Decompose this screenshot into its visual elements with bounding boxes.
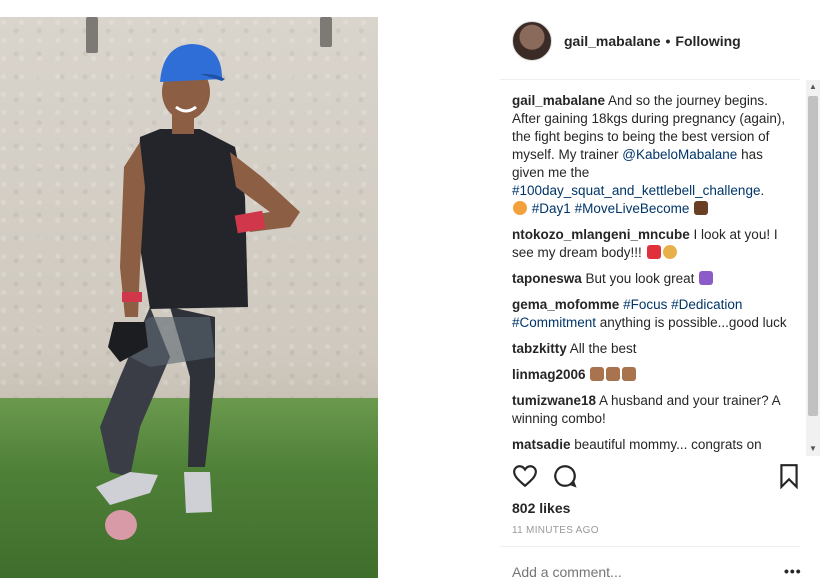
post-actions	[512, 463, 800, 491]
hashtag-link[interactable]: #MoveLiveBecome	[575, 201, 690, 216]
comment-divider	[500, 546, 800, 547]
comment-text: But you look great	[581, 271, 699, 286]
header-username[interactable]: gail_mabalane	[564, 33, 661, 49]
heart-emoji-icon	[646, 245, 661, 259]
comment-item: gema_mofomme #Focus #Dedication #Commitm…	[512, 296, 788, 332]
avatar[interactable]	[512, 21, 552, 61]
post-photo[interactable]	[0, 17, 378, 578]
comment-username[interactable]: linmag2006	[512, 367, 586, 382]
caption-username[interactable]: gail_mabalane	[512, 93, 605, 108]
comment-username[interactable]: tabzkitty	[512, 341, 567, 356]
comment-text: beautiful mommy... congrats on	[570, 437, 762, 452]
comment-text: All the best	[566, 341, 637, 356]
add-comment-input[interactable]	[512, 564, 752, 578]
comment-list[interactable]: gail_mabalane And so the journey begins.…	[512, 92, 788, 456]
comment-text	[586, 367, 590, 382]
scrollbar-thumb[interactable]	[808, 96, 818, 416]
caption: gail_mabalane And so the journey begins.…	[512, 92, 788, 218]
comment-icon[interactable]	[552, 463, 578, 489]
mention-link[interactable]: @KabeloMabalane	[622, 147, 737, 162]
more-options-icon[interactable]: •••	[784, 563, 802, 578]
post-header: gail_mabalane • Following	[512, 17, 741, 65]
comment-item: taponeswa But you look great	[512, 270, 788, 288]
praying-hands-emoji-icon	[622, 367, 637, 381]
comment-item: linmag2006	[512, 366, 788, 384]
caption-text-3: .	[760, 183, 765, 198]
comment-item: tumizwane18 A husband and your trainer? …	[512, 392, 788, 428]
comment-username[interactable]: taponeswa	[512, 271, 582, 286]
comment-item: tabzkitty All the best	[512, 340, 788, 358]
like-count[interactable]: 802 likes	[512, 500, 570, 516]
hashtag-link[interactable]: #100day_squat_and_kettlebell_challenge	[512, 183, 760, 198]
follow-status-button[interactable]: Following	[675, 33, 740, 49]
bookmark-icon[interactable]	[776, 463, 802, 489]
flexed-biceps-emoji-icon	[694, 201, 709, 215]
scroll-up-arrow-icon[interactable]: ▲	[806, 80, 820, 94]
hashtag-link[interactable]: #Focus	[623, 297, 667, 312]
praying-hands-emoji-icon	[590, 367, 605, 381]
hashtag-link[interactable]: #Commitment	[512, 315, 596, 330]
scroll-down-arrow-icon[interactable]: ▼	[806, 442, 820, 456]
post-timestamp: 11 MINUTES AGO	[512, 525, 599, 536]
comment-item: ntokozo_mlangeni_mncube I look at you! I…	[512, 226, 788, 262]
angry-face-emoji-icon	[513, 201, 527, 215]
hashtag-link[interactable]: #Dedication	[671, 297, 742, 312]
comment-username[interactable]: tumizwane18	[512, 393, 596, 408]
comment-text: anything is possible...good luck	[596, 315, 787, 330]
comments-scrollbar[interactable]: ▲ ▼	[806, 80, 820, 456]
praying-hands-emoji-icon	[606, 367, 621, 381]
person-gesturing-emoji-icon	[699, 271, 714, 285]
header-divider	[500, 79, 800, 80]
hashtag-link[interactable]: #Day1	[532, 201, 571, 216]
heart-icon[interactable]	[512, 463, 538, 489]
post-details-panel: gail_mabalane • Following gail_mabalane …	[500, 0, 821, 578]
header-separator: •	[665, 33, 671, 49]
ok-hand-emoji-icon	[662, 245, 677, 259]
comment-username[interactable]: matsadie	[512, 437, 571, 452]
comment-item: matsadie beautiful mommy... congrats on	[512, 436, 788, 454]
comment-username[interactable]: gema_mofomme	[512, 297, 619, 312]
person-figure	[96, 44, 300, 540]
comment-username[interactable]: ntokozo_mlangeni_mncube	[512, 227, 690, 242]
header-info: gail_mabalane • Following	[564, 33, 741, 49]
